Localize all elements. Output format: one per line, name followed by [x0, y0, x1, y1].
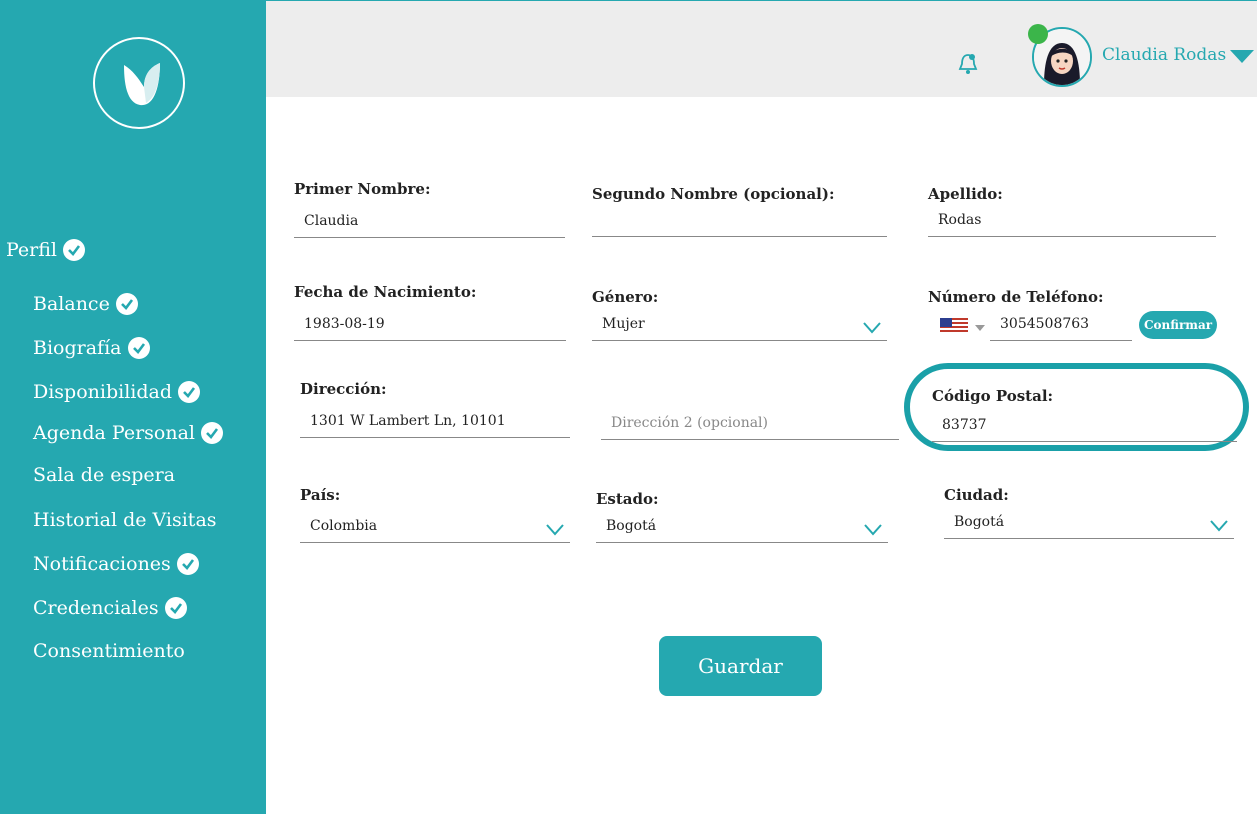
sidebar-item-label: Balance	[33, 293, 110, 315]
chevron-down-icon	[863, 317, 881, 343]
first-name-field[interactable]: Claudia	[294, 208, 565, 238]
address2-field[interactable]: Dirección 2 (opcional)	[601, 410, 899, 440]
city-select[interactable]: Bogotá	[944, 509, 1234, 539]
sidebar-item-balance[interactable]: Balance	[33, 292, 138, 316]
state-value: Bogotá	[606, 518, 657, 534]
state-select[interactable]: Bogotá	[596, 513, 888, 543]
sidebar-item-label: Credenciales	[33, 597, 159, 619]
birth-date-value: 1983-08-19	[304, 316, 385, 332]
chevron-down-icon	[1210, 515, 1228, 541]
sidebar-item-label: Biografía	[33, 337, 122, 359]
sidebar: Perfil Balance Biografía Disponibilidad …	[0, 0, 266, 814]
sidebar-item-label: Agenda Personal	[33, 422, 195, 444]
check-circle-icon	[178, 381, 201, 403]
sidebar-item-historial-de-visitas[interactable]: Historial de Visitas	[33, 508, 217, 532]
address2-placeholder: Dirección 2 (opcional)	[611, 415, 768, 431]
middle-name-field[interactable]	[592, 207, 887, 237]
sidebar-item-label: Sala de espera	[33, 464, 176, 486]
user-name[interactable]: Claudia Rodas	[1102, 45, 1226, 65]
check-circle-icon	[176, 553, 199, 575]
chevron-down-icon	[546, 519, 564, 545]
gender-value: Mujer	[602, 316, 645, 332]
online-status-badge	[1028, 24, 1048, 44]
brand-logo-icon[interactable]	[93, 37, 185, 129]
sidebar-item-sala-de-espera[interactable]: Sala de espera	[33, 463, 175, 487]
last-name-label: Apellido:	[928, 185, 1003, 203]
postal-code-label: Código Postal:	[932, 387, 1054, 405]
sidebar-item-notificaciones[interactable]: Notificaciones	[33, 552, 199, 576]
notification-bell-icon[interactable]	[958, 52, 978, 80]
sidebar-item-perfil[interactable]: Perfil	[6, 238, 86, 262]
us-flag-icon[interactable]	[940, 318, 968, 334]
sidebar-item-biografia[interactable]: Biografía	[33, 336, 150, 360]
sidebar-item-label: Disponibilidad	[33, 381, 173, 403]
last-name-value: Rodas	[938, 212, 982, 228]
confirm-phone-button[interactable]: Confirmar	[1139, 311, 1217, 339]
sidebar-item-agenda-personal[interactable]: Agenda Personal	[33, 421, 223, 445]
country-label: País:	[300, 486, 341, 504]
country-value: Colombia	[310, 518, 378, 534]
caret-down-icon[interactable]	[975, 325, 985, 331]
check-circle-icon	[164, 597, 187, 619]
phone-label: Número de Teléfono:	[928, 288, 1104, 306]
last-name-field[interactable]: Rodas	[928, 207, 1216, 237]
phone-value: 3054508763	[1000, 316, 1090, 332]
sidebar-item-label: Perfil	[6, 239, 58, 261]
sidebar-item-label: Consentimiento	[33, 640, 185, 662]
sidebar-item-label: Notificaciones	[33, 553, 171, 575]
check-circle-icon	[200, 422, 223, 444]
city-value: Bogotá	[954, 514, 1005, 530]
check-circle-icon	[115, 293, 138, 315]
postal-code-value: 83737	[942, 417, 987, 433]
gender-label: Género:	[592, 288, 659, 306]
phone-field[interactable]: 3054508763	[990, 311, 1132, 341]
address-value: 1301 W Lambert Ln, 10101	[310, 413, 506, 429]
city-label: Ciudad:	[944, 486, 1009, 504]
birth-date-field[interactable]: 1983-08-19	[294, 311, 566, 341]
birth-date-label: Fecha de Nacimiento:	[294, 283, 477, 301]
address-field[interactable]: 1301 W Lambert Ln, 10101	[300, 408, 570, 438]
first-name-value: Claudia	[304, 213, 359, 229]
chevron-down-icon	[864, 519, 882, 545]
gender-select[interactable]: Mujer	[592, 311, 887, 341]
sidebar-item-disponibilidad[interactable]: Disponibilidad	[33, 380, 201, 404]
middle-name-label: Segundo Nombre (opcional):	[592, 185, 835, 203]
caret-down-icon[interactable]	[1230, 50, 1254, 63]
sidebar-item-consentimiento[interactable]: Consentimiento	[33, 639, 185, 663]
first-name-label: Primer Nombre:	[294, 180, 431, 198]
state-label: Estado:	[596, 490, 659, 508]
country-select[interactable]: Colombia	[300, 513, 570, 543]
save-button[interactable]: Guardar	[659, 636, 822, 696]
sidebar-item-credenciales[interactable]: Credenciales	[33, 596, 187, 620]
check-circle-icon	[63, 239, 86, 261]
address-label: Dirección:	[300, 380, 387, 398]
check-circle-icon	[127, 337, 150, 359]
sidebar-item-label: Historial de Visitas	[33, 509, 217, 531]
postal-code-field[interactable]: 83737	[932, 412, 1237, 442]
